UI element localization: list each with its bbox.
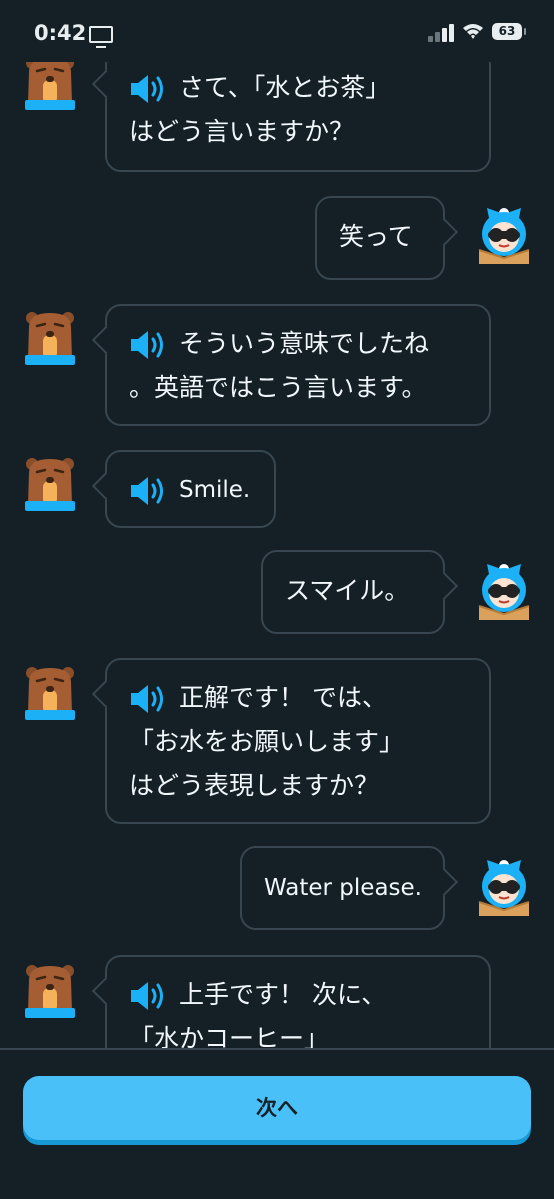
battery-indicator: 63: [492, 23, 526, 40]
message-line: スマイル。: [285, 576, 410, 605]
chat-bubble-left: 正解です！ では、 「お水をお願いします」 はどう表現しますか？: [105, 658, 491, 824]
screen-mirroring-icon: [89, 26, 113, 48]
status-time: 0:42: [34, 21, 87, 45]
wifi-icon: [463, 24, 483, 39]
chat-transcript: さて、「水とお茶」 はどう言いますか？ 笑って そういう意味でしたね 。英語では…: [0, 0, 554, 1048]
speaker-icon[interactable]: [129, 72, 167, 106]
chat-bubble-right: Water please.: [240, 846, 445, 930]
chat-bubble-right: スマイル。: [261, 550, 445, 634]
message-line: はどう表現しますか？: [129, 771, 380, 800]
message-line: さて、「水とお茶」: [179, 73, 391, 102]
user-avatar-icon: [477, 560, 531, 620]
chat-bubble-left: そういう意味でしたね 。英語ではこう言います。: [105, 304, 491, 426]
bear-avatar-icon: [23, 453, 77, 513]
chat-bubble-left: Smile.: [105, 450, 276, 528]
bear-avatar-icon: [23, 960, 77, 1020]
bear-avatar-icon: [23, 307, 77, 367]
speaker-icon[interactable]: [129, 682, 167, 716]
speaker-icon[interactable]: [129, 979, 167, 1013]
speaker-icon[interactable]: [129, 328, 167, 362]
message-line: 笑って: [339, 222, 413, 251]
bear-avatar-icon: [23, 662, 77, 722]
message-line: 上手です！ 次に、: [179, 980, 387, 1009]
message-line: Smile.: [179, 477, 251, 503]
message-line: 「お水をお願いします」: [129, 727, 405, 756]
message-line: 。英語ではこう言います。: [129, 373, 427, 402]
bottom-action-bar: 次へ: [0, 1048, 554, 1199]
speaker-icon[interactable]: [129, 474, 167, 508]
user-avatar-icon: [477, 204, 531, 264]
message-line: 「水かコーヒー」: [129, 1024, 330, 1048]
message-line: はどう言いますか？: [129, 117, 355, 146]
status-bar: 0:42 63: [0, 0, 554, 62]
next-button[interactable]: 次へ: [23, 1076, 531, 1140]
user-avatar-icon: [477, 856, 531, 916]
message-line: そういう意味でしたね: [179, 329, 430, 358]
message-line: Water please.: [264, 875, 422, 901]
chat-bubble-right: 笑って: [315, 196, 445, 280]
message-line: 正解です！ では、: [179, 683, 387, 712]
chat-bubble-left: 上手です！ 次に、 「水かコーヒー」: [105, 955, 491, 1048]
cellular-signal-icon: [428, 24, 458, 42]
chat-bubble-left: さて、「水とお茶」 はどう言いますか？: [105, 48, 491, 172]
